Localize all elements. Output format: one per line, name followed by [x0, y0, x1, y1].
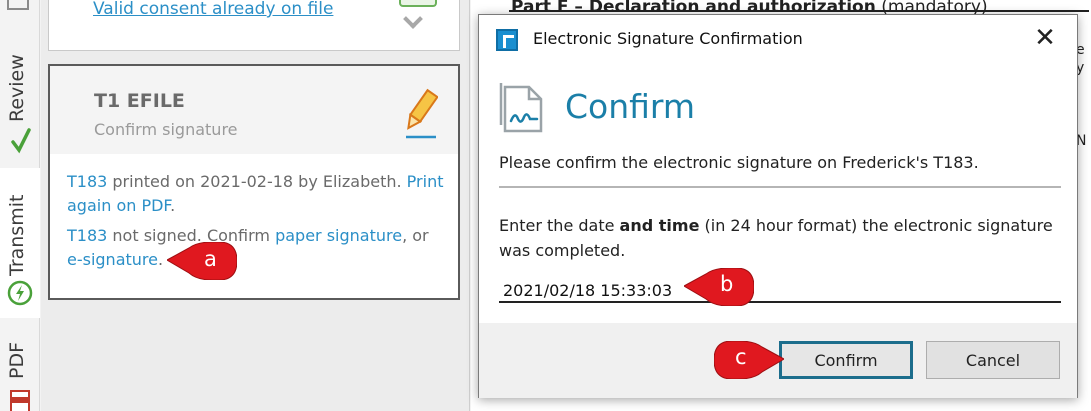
print-status-text: printed on 2021-02-18 by Elizabeth.: [107, 172, 407, 191]
paper-signature-link[interactable]: paper signature: [275, 226, 402, 245]
callout-b-label: b: [720, 272, 734, 296]
efile-card-title: T1 EFILE: [94, 90, 185, 112]
dialog-heading: Confirm: [565, 87, 696, 126]
callout-a: [167, 242, 237, 280]
instruction-text: Enter the date: [499, 216, 620, 235]
transmit-bolt-icon: [7, 280, 33, 306]
tab-review-label: Review: [6, 54, 28, 122]
confirm-button[interactable]: Confirm: [779, 341, 913, 379]
dialog-message: Please confirm the electronic signature …: [499, 153, 979, 172]
t183-link[interactable]: T183: [67, 172, 107, 191]
callout-c-label: c: [735, 345, 747, 369]
callout-b: [684, 268, 754, 306]
document-rule: [509, 10, 1089, 12]
efile-card-subtitle: Confirm signature: [94, 120, 238, 139]
print-status-line: T183 printed on 2021-02-18 by Elizabeth.…: [67, 170, 447, 218]
signature-status-line: T183 not signed. Confirm paper signature…: [67, 224, 447, 272]
efile-card-header: T1 EFILE Confirm signature: [50, 66, 458, 154]
pencil-icon[interactable]: [404, 88, 438, 140]
datetime-input[interactable]: [499, 279, 1061, 303]
dialog-instruction: Enter the date and time (in 24 hour form…: [499, 213, 1059, 263]
print-status-end: .: [170, 196, 176, 215]
forms-icon: [7, 0, 29, 10]
efile-card-body: T183 printed on 2021-02-18 by Elizabeth.…: [67, 170, 447, 278]
signature-document-icon: [499, 83, 543, 133]
callout-a-label: a: [204, 247, 217, 271]
tab-transmit-label: Transmit: [6, 194, 28, 276]
dialog-separator: [499, 186, 1061, 188]
tab-transmit[interactable]: Transmit: [0, 168, 40, 318]
pdf-icon: [10, 390, 30, 411]
side-tab-rail: Review Transmit PDF: [0, 0, 40, 411]
app-icon: [496, 29, 518, 51]
valid-consent-link[interactable]: Valid consent already on file: [93, 0, 333, 19]
t183-link-2[interactable]: T183: [67, 226, 107, 245]
tab-pdf[interactable]: PDF: [0, 325, 40, 411]
chevron-down-icon[interactable]: [403, 9, 423, 29]
cancel-button[interactable]: Cancel: [926, 341, 1060, 379]
status-box-icon: [399, 0, 437, 7]
workflow-panel: Valid consent already on file T1 EFILE C…: [41, 0, 470, 411]
signature-status-end: .: [157, 250, 164, 269]
instruction-bold: and time: [619, 216, 700, 235]
signature-or-text: , or: [402, 226, 429, 245]
consent-card: Valid consent already on file: [48, 0, 460, 51]
tab-pdf-label: PDF: [6, 341, 28, 379]
dialog-titlebar: Electronic Signature Confirmation ✕: [479, 15, 1077, 65]
dialog-title: Electronic Signature Confirmation: [533, 29, 803, 48]
callout-c: [714, 341, 784, 379]
close-icon[interactable]: ✕: [1025, 23, 1065, 57]
e-signature-link[interactable]: e-signature: [67, 250, 158, 269]
review-check-icon: [11, 128, 31, 154]
tab-review[interactable]: Review: [0, 30, 40, 160]
efile-card: T1 EFILE Confirm signature T183 printed …: [48, 64, 460, 300]
